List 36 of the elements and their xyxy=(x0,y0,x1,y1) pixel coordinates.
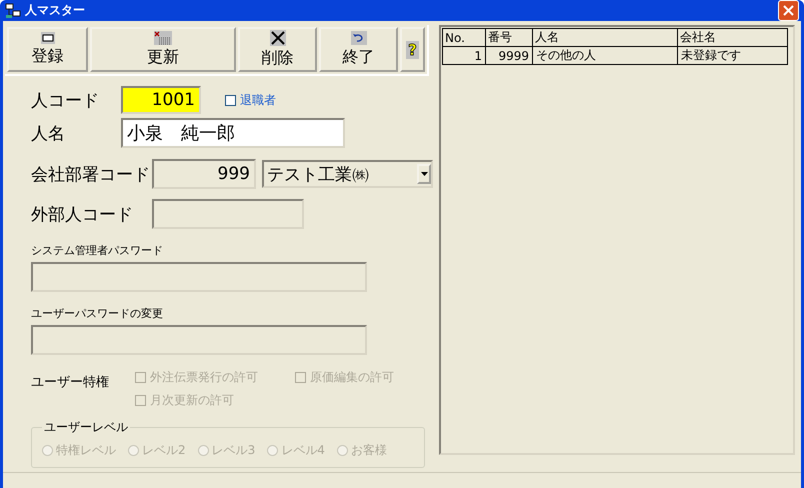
app-icon xyxy=(5,2,21,18)
window-title: 人マスター xyxy=(25,2,86,19)
section-label: ユーザー特権 xyxy=(31,374,110,391)
password-field[interactable] xyxy=(31,262,367,292)
field-label: 人コード xyxy=(31,90,100,112)
close-button[interactable] xyxy=(778,0,799,21)
table-cell: 9999 xyxy=(486,46,532,64)
grid-icon xyxy=(154,31,172,45)
column-header: 会社名 xyxy=(678,28,788,46)
checkbox[interactable]: 退職者 xyxy=(225,92,276,108)
field-label: 人名 xyxy=(31,122,66,144)
rectangle-icon xyxy=(40,32,54,44)
column-header: 人名 xyxy=(532,28,678,46)
table-cell: 1 xyxy=(442,46,486,64)
toolbar-button[interactable]: 登録 xyxy=(7,27,88,72)
field-label: ユーザーパスワードの変更 xyxy=(31,306,164,321)
password-field[interactable] xyxy=(31,325,367,355)
field-label: 外部人コード xyxy=(31,204,134,226)
field-label: システム管理者パスワード xyxy=(31,243,164,258)
input-field[interactable]: 小泉 純一郎 xyxy=(121,118,345,148)
table-cell: その他の人 xyxy=(532,46,678,64)
input-field[interactable]: 1001 xyxy=(121,86,201,114)
toolbar-button[interactable]: 終了 xyxy=(319,27,398,72)
company-dropdown[interactable]: テスト工業㈱ xyxy=(262,160,433,188)
table-cell: 未登録です xyxy=(678,46,788,64)
toolbar-button[interactable]: 更新 xyxy=(90,27,236,72)
input-field[interactable]: 999 xyxy=(152,159,256,189)
column-header: 番号 xyxy=(486,28,532,46)
input-field[interactable] xyxy=(152,199,304,229)
column-header: No. xyxy=(442,28,486,46)
field-label: 会社部署コード xyxy=(31,164,151,186)
undo-icon xyxy=(350,31,366,45)
delete-icon xyxy=(270,30,286,46)
close-icon xyxy=(783,5,794,16)
toolbar-button[interactable]: 削除 xyxy=(238,27,317,72)
group-title: ユーザーレベル xyxy=(43,419,129,436)
